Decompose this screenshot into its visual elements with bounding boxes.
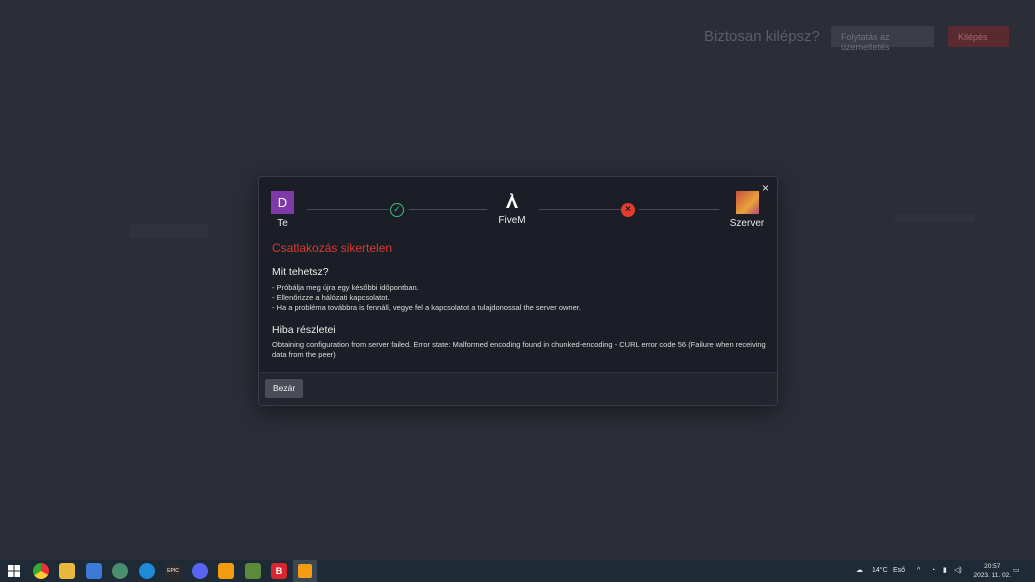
connection-error-dialog: × D Te ✓ FiveM × Szerver Csatlakozás sik…: [258, 176, 778, 406]
close-button[interactable]: Bezár: [265, 379, 304, 398]
progress-line: [639, 209, 719, 210]
epic-games-icon[interactable]: EPIC: [165, 563, 181, 579]
tips-list: - Próbálja meg újra egy későbbi időpontb…: [272, 283, 581, 313]
fivem-taskbar-icon[interactable]: [218, 563, 234, 579]
node-platform-label: FiveM: [498, 215, 526, 226]
check-icon: ✓: [390, 203, 404, 217]
list-item: - Ha a probléma továbbra is fennáll, veg…: [272, 303, 581, 312]
weather-temp[interactable]: 14°C: [872, 560, 888, 582]
microphone-icon[interactable]: ▮: [943, 560, 947, 582]
background-placeholder: [895, 214, 975, 222]
progress-line: [409, 209, 487, 210]
avatar: D: [271, 191, 294, 214]
file-explorer-icon[interactable]: [59, 563, 75, 579]
volume-icon[interactable]: ◁): [954, 560, 962, 582]
clock[interactable]: 20:57 2023. 11. 02.: [974, 562, 1011, 580]
chrome-icon[interactable]: [33, 563, 49, 579]
clock-date: 2023. 11. 02.: [973, 572, 1011, 579]
clock-time: 20:57: [984, 563, 1001, 570]
node-platform: FiveM: [497, 192, 527, 226]
discord-icon[interactable]: [192, 563, 208, 579]
error-details-title: Hiba részletei: [272, 324, 336, 336]
node-you-label: Te: [277, 218, 288, 229]
background-topbar: Biztosan kilépsz? Folytatás az üzemeltet…: [0, 0, 1035, 70]
store-icon[interactable]: [86, 563, 102, 579]
minecraft-icon[interactable]: [245, 563, 261, 579]
continue-button[interactable]: Folytatás az üzemeltetés: [831, 26, 934, 52]
what-to-do-title: Mit tehetsz?: [272, 266, 329, 278]
app-icon[interactable]: [112, 563, 128, 579]
node-server-label: Szerver: [729, 218, 765, 229]
fivem-active-icon[interactable]: [293, 560, 317, 582]
error-icon: ×: [621, 203, 635, 217]
chevron-up-icon[interactable]: ^: [917, 560, 920, 582]
taskbar: EPIC B ☁ 14°C Eső ^ ◔ ▮ ◁) 20:57 2023. 1…: [0, 560, 1035, 582]
dialog-footer: Bezár: [259, 372, 777, 405]
node-server: Szerver: [727, 191, 767, 229]
bitdefender-icon[interactable]: B: [271, 563, 287, 579]
weather-desc[interactable]: Eső: [893, 560, 905, 582]
list-item: - Próbálja meg újra egy későbbi időpontb…: [272, 283, 419, 292]
node-you: D Te: [271, 191, 294, 229]
windows-start-icon[interactable]: [6, 563, 22, 579]
progress-line: [307, 209, 389, 210]
list-item: - Ellenőrizze a hálózati kapcsolatot.: [272, 293, 390, 302]
failure-title: Csatlakozás sikertelen: [272, 241, 393, 255]
fivem-logo-icon: [506, 193, 518, 208]
error-details-text: Obtaining configuration from server fail…: [272, 340, 766, 359]
quit-confirm-title: Biztosan kilépsz?: [704, 28, 820, 45]
network-icon[interactable]: ◔: [931, 560, 935, 582]
weather-icon[interactable]: ☁: [856, 560, 863, 582]
notification-icon[interactable]: ▭: [1013, 560, 1020, 582]
server-icon: [735, 191, 759, 214]
progress-line: [539, 209, 621, 210]
background-placeholder: [130, 224, 208, 238]
edge-icon[interactable]: [139, 563, 155, 579]
quit-button[interactable]: Kilépés: [948, 26, 1009, 47]
